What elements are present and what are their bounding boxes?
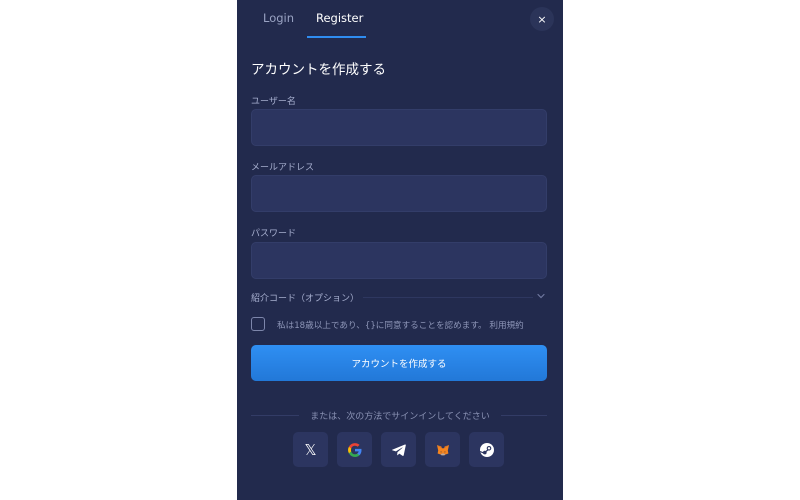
telegram-login-button[interactable] — [381, 432, 416, 467]
steam-icon — [479, 442, 494, 457]
username-label: ユーザー名 — [251, 97, 296, 107]
email-label: メールアドレス — [251, 163, 315, 173]
tab-register[interactable]: Register — [316, 11, 363, 25]
x-login-button[interactable]: 𝕏 — [293, 432, 328, 467]
x-icon: 𝕏 — [304, 440, 317, 459]
auth-tabs: Login Register — [237, 0, 563, 40]
referral-code-toggle[interactable]: 紹介コード（オプション） — [251, 290, 547, 306]
steam-login-button[interactable] — [469, 432, 504, 467]
register-modal: Login Register × アカウントを作成する ユーザー名 メールアドレ… — [237, 0, 563, 500]
referral-divider — [363, 297, 533, 298]
password-label: パスワード — [251, 229, 297, 239]
close-button[interactable]: × — [530, 7, 554, 31]
username-field[interactable] — [251, 109, 547, 146]
metamask-login-button[interactable] — [425, 432, 460, 467]
telegram-icon — [391, 443, 406, 456]
page-title: アカウントを作成する — [251, 62, 386, 78]
tab-login[interactable]: Login — [263, 11, 294, 25]
age-terms-text: 私は18歳以上であり、{}に同意することを認めます。 利用規約 — [277, 321, 524, 331]
google-icon — [347, 442, 361, 457]
referral-code-label: 紹介コード（オプション） — [251, 294, 360, 304]
active-tab-indicator — [307, 36, 366, 38]
age-terms-checkbox[interactable] — [251, 317, 265, 331]
google-login-button[interactable] — [337, 432, 372, 467]
close-icon: × — [537, 12, 547, 26]
chevron-down-icon — [537, 293, 545, 299]
social-signin-divider: または、次の方法でサインインしてください — [310, 412, 490, 422]
email-field[interactable] — [251, 175, 547, 212]
password-field[interactable] — [251, 242, 547, 279]
create-account-label: アカウントを作成する — [351, 359, 447, 370]
metamask-icon — [436, 444, 449, 455]
create-account-button[interactable]: アカウントを作成する — [251, 345, 547, 381]
